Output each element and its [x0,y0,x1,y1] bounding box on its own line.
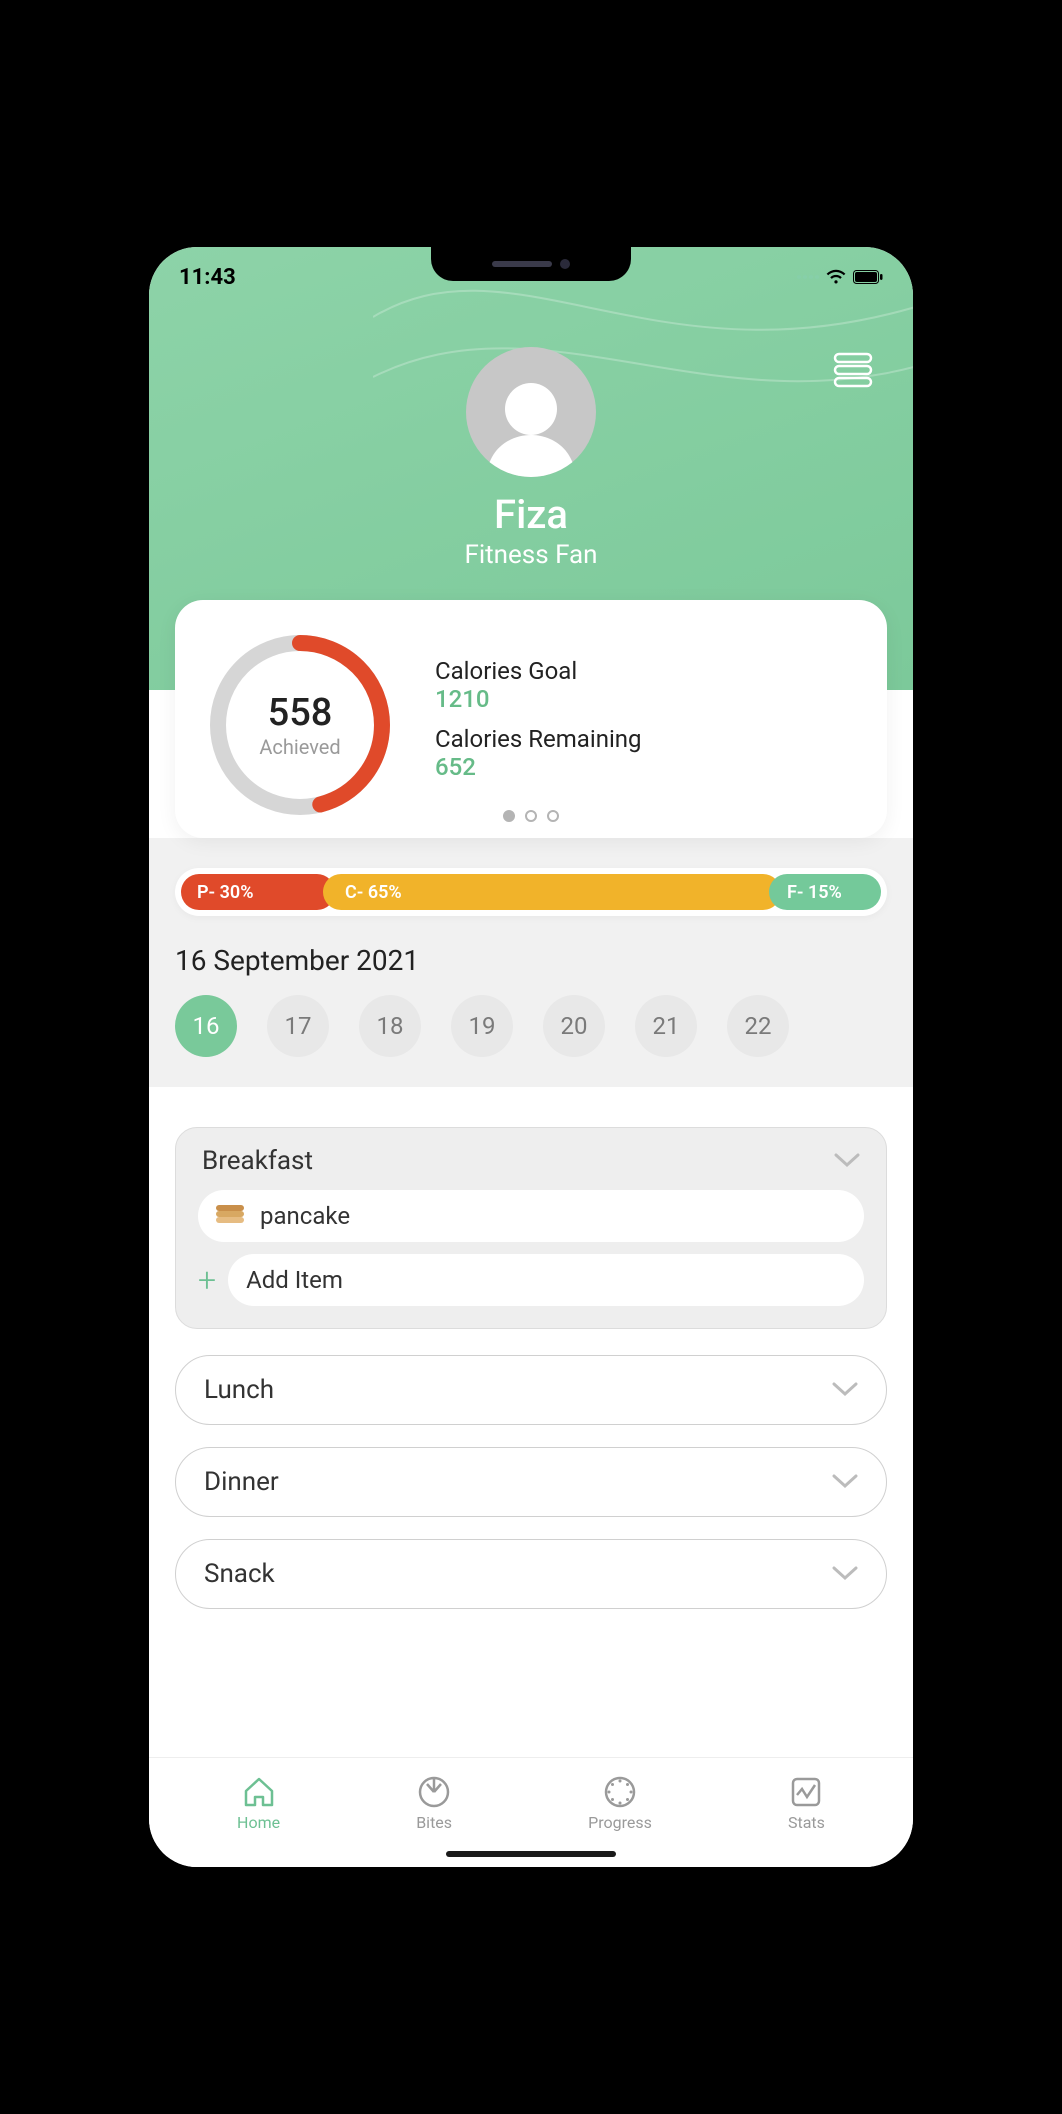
home-indicator[interactable] [446,1851,616,1857]
food-name: pancake [260,1202,350,1230]
day-chip[interactable]: 18 [359,995,421,1057]
nav-label: Home [237,1813,280,1832]
battery-icon [853,270,883,284]
meal-title: Breakfast [202,1146,313,1176]
macro-carbs: C- 65% [323,874,781,910]
day-chip[interactable]: 22 [727,995,789,1057]
nav-bites[interactable]: Bites [416,1775,452,1832]
chevron-down-icon[interactable] [832,1559,858,1589]
day-chip[interactable]: 19 [451,995,513,1057]
nav-home[interactable]: Home [237,1775,280,1832]
calories-achieved-value: 558 [268,691,333,735]
date-heading: 16 September 2021 [175,944,887,977]
home-icon [242,1775,276,1809]
macro-protein: P- 30% [181,874,335,910]
calories-goal-label: Calories Goal [435,657,642,685]
meal-title: Dinner [204,1467,279,1497]
macro-bar: P- 30% C- 65% F- 15% [175,868,887,916]
status-icons [797,269,883,285]
day-chip[interactable]: 17 [267,995,329,1057]
nav-label: Progress [588,1813,652,1832]
macro-fat: F- 15% [769,874,881,910]
meal-snack[interactable]: Snack [175,1539,887,1609]
avatar[interactable] [466,347,596,477]
calories-card[interactable]: 558 Achieved Calories Goal 1210 Calories… [175,600,887,838]
wifi-icon [825,269,847,285]
meal-dinner[interactable]: Dinner [175,1447,887,1517]
plate-icon [417,1775,451,1809]
calories-achieved-label: Achieved [259,735,340,759]
menu-icon[interactable] [833,352,873,388]
calories-goal-value: 1210 [435,685,642,713]
user-subtitle: Fitness Fan [179,540,883,570]
chevron-down-icon[interactable] [832,1375,858,1405]
chevron-down-icon[interactable] [832,1467,858,1497]
calories-ring: 558 Achieved [205,630,395,820]
calories-remaining-value: 652 [435,753,642,781]
chevron-down-icon[interactable] [834,1146,860,1176]
meal-breakfast[interactable]: Breakfast pancake + Add Item [175,1127,887,1329]
pancake-icon [216,1205,244,1227]
meal-title: Snack [204,1559,275,1589]
clock-icon [603,1775,637,1809]
plus-icon[interactable]: + [198,1264,216,1296]
status-time: 11:43 [179,265,236,290]
days-row[interactable]: 16 17 18 19 20 21 22 [175,995,887,1057]
food-item[interactable]: pancake [198,1190,864,1242]
meal-title: Lunch [204,1375,274,1405]
card-pagination[interactable] [175,810,887,822]
stats-icon [789,1775,823,1809]
nav-label: Bites [416,1813,452,1832]
username: Fiza [179,491,883,538]
calories-remaining-label: Calories Remaining [435,725,642,753]
add-item-button[interactable]: Add Item [228,1254,864,1306]
nav-progress[interactable]: Progress [588,1775,652,1832]
meal-lunch[interactable]: Lunch [175,1355,887,1425]
add-item-label: Add Item [246,1266,343,1294]
day-chip[interactable]: 16 [175,995,237,1057]
day-chip[interactable]: 20 [543,995,605,1057]
day-chip[interactable]: 21 [635,995,697,1057]
nav-label: Stats [788,1813,825,1832]
nav-stats[interactable]: Stats [788,1775,825,1832]
